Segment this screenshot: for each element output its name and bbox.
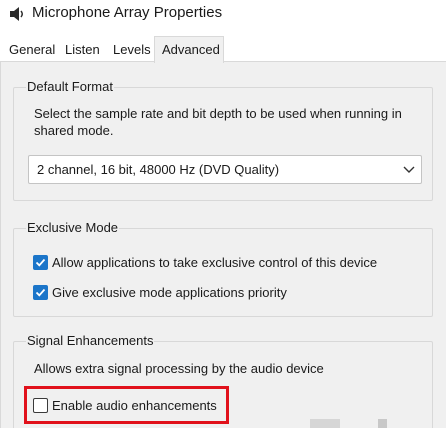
highlight-box bbox=[24, 386, 229, 424]
title-bar: Microphone Array Properties bbox=[0, 0, 446, 28]
signal-enhancements-title: Signal Enhancements bbox=[26, 333, 155, 349]
panel-edge bbox=[0, 62, 1, 428]
signal-enhancements-description: Allows extra signal processing by the au… bbox=[34, 361, 324, 376]
tab-levels[interactable]: Levels bbox=[113, 41, 151, 62]
exclusive-mode-group bbox=[13, 228, 433, 317]
window-title: Microphone Array Properties bbox=[32, 4, 223, 21]
background-fragment bbox=[378, 419, 387, 428]
exclusive-priority-checkbox[interactable] bbox=[33, 285, 48, 300]
default-format-title: Default Format bbox=[26, 79, 114, 95]
speaker-icon bbox=[10, 7, 23, 21]
tab-general[interactable]: General bbox=[9, 41, 55, 62]
default-format-description-line2: shared mode. bbox=[34, 123, 114, 138]
tab-listen[interactable]: Listen bbox=[65, 41, 100, 62]
tab-advanced[interactable]: Advanced bbox=[154, 36, 224, 63]
tab-bar: General Listen Levels Advanced bbox=[0, 28, 446, 63]
default-format-selected-value: 2 channel, 16 bit, 48000 Hz (DVD Quality… bbox=[37, 162, 280, 177]
checkmark-icon bbox=[35, 288, 46, 297]
exclusive-mode-title: Exclusive Mode bbox=[26, 220, 120, 236]
exclusive-control-checkbox[interactable] bbox=[33, 255, 48, 270]
background-fragment bbox=[310, 419, 340, 428]
exclusive-control-label: Allow applications to take exclusive con… bbox=[52, 255, 378, 270]
checkmark-icon bbox=[35, 258, 46, 267]
exclusive-priority-label: Give exclusive mode applications priorit… bbox=[52, 285, 287, 300]
chevron-down-icon bbox=[403, 166, 415, 173]
default-format-dropdown[interactable]: 2 channel, 16 bit, 48000 Hz (DVD Quality… bbox=[28, 155, 422, 184]
